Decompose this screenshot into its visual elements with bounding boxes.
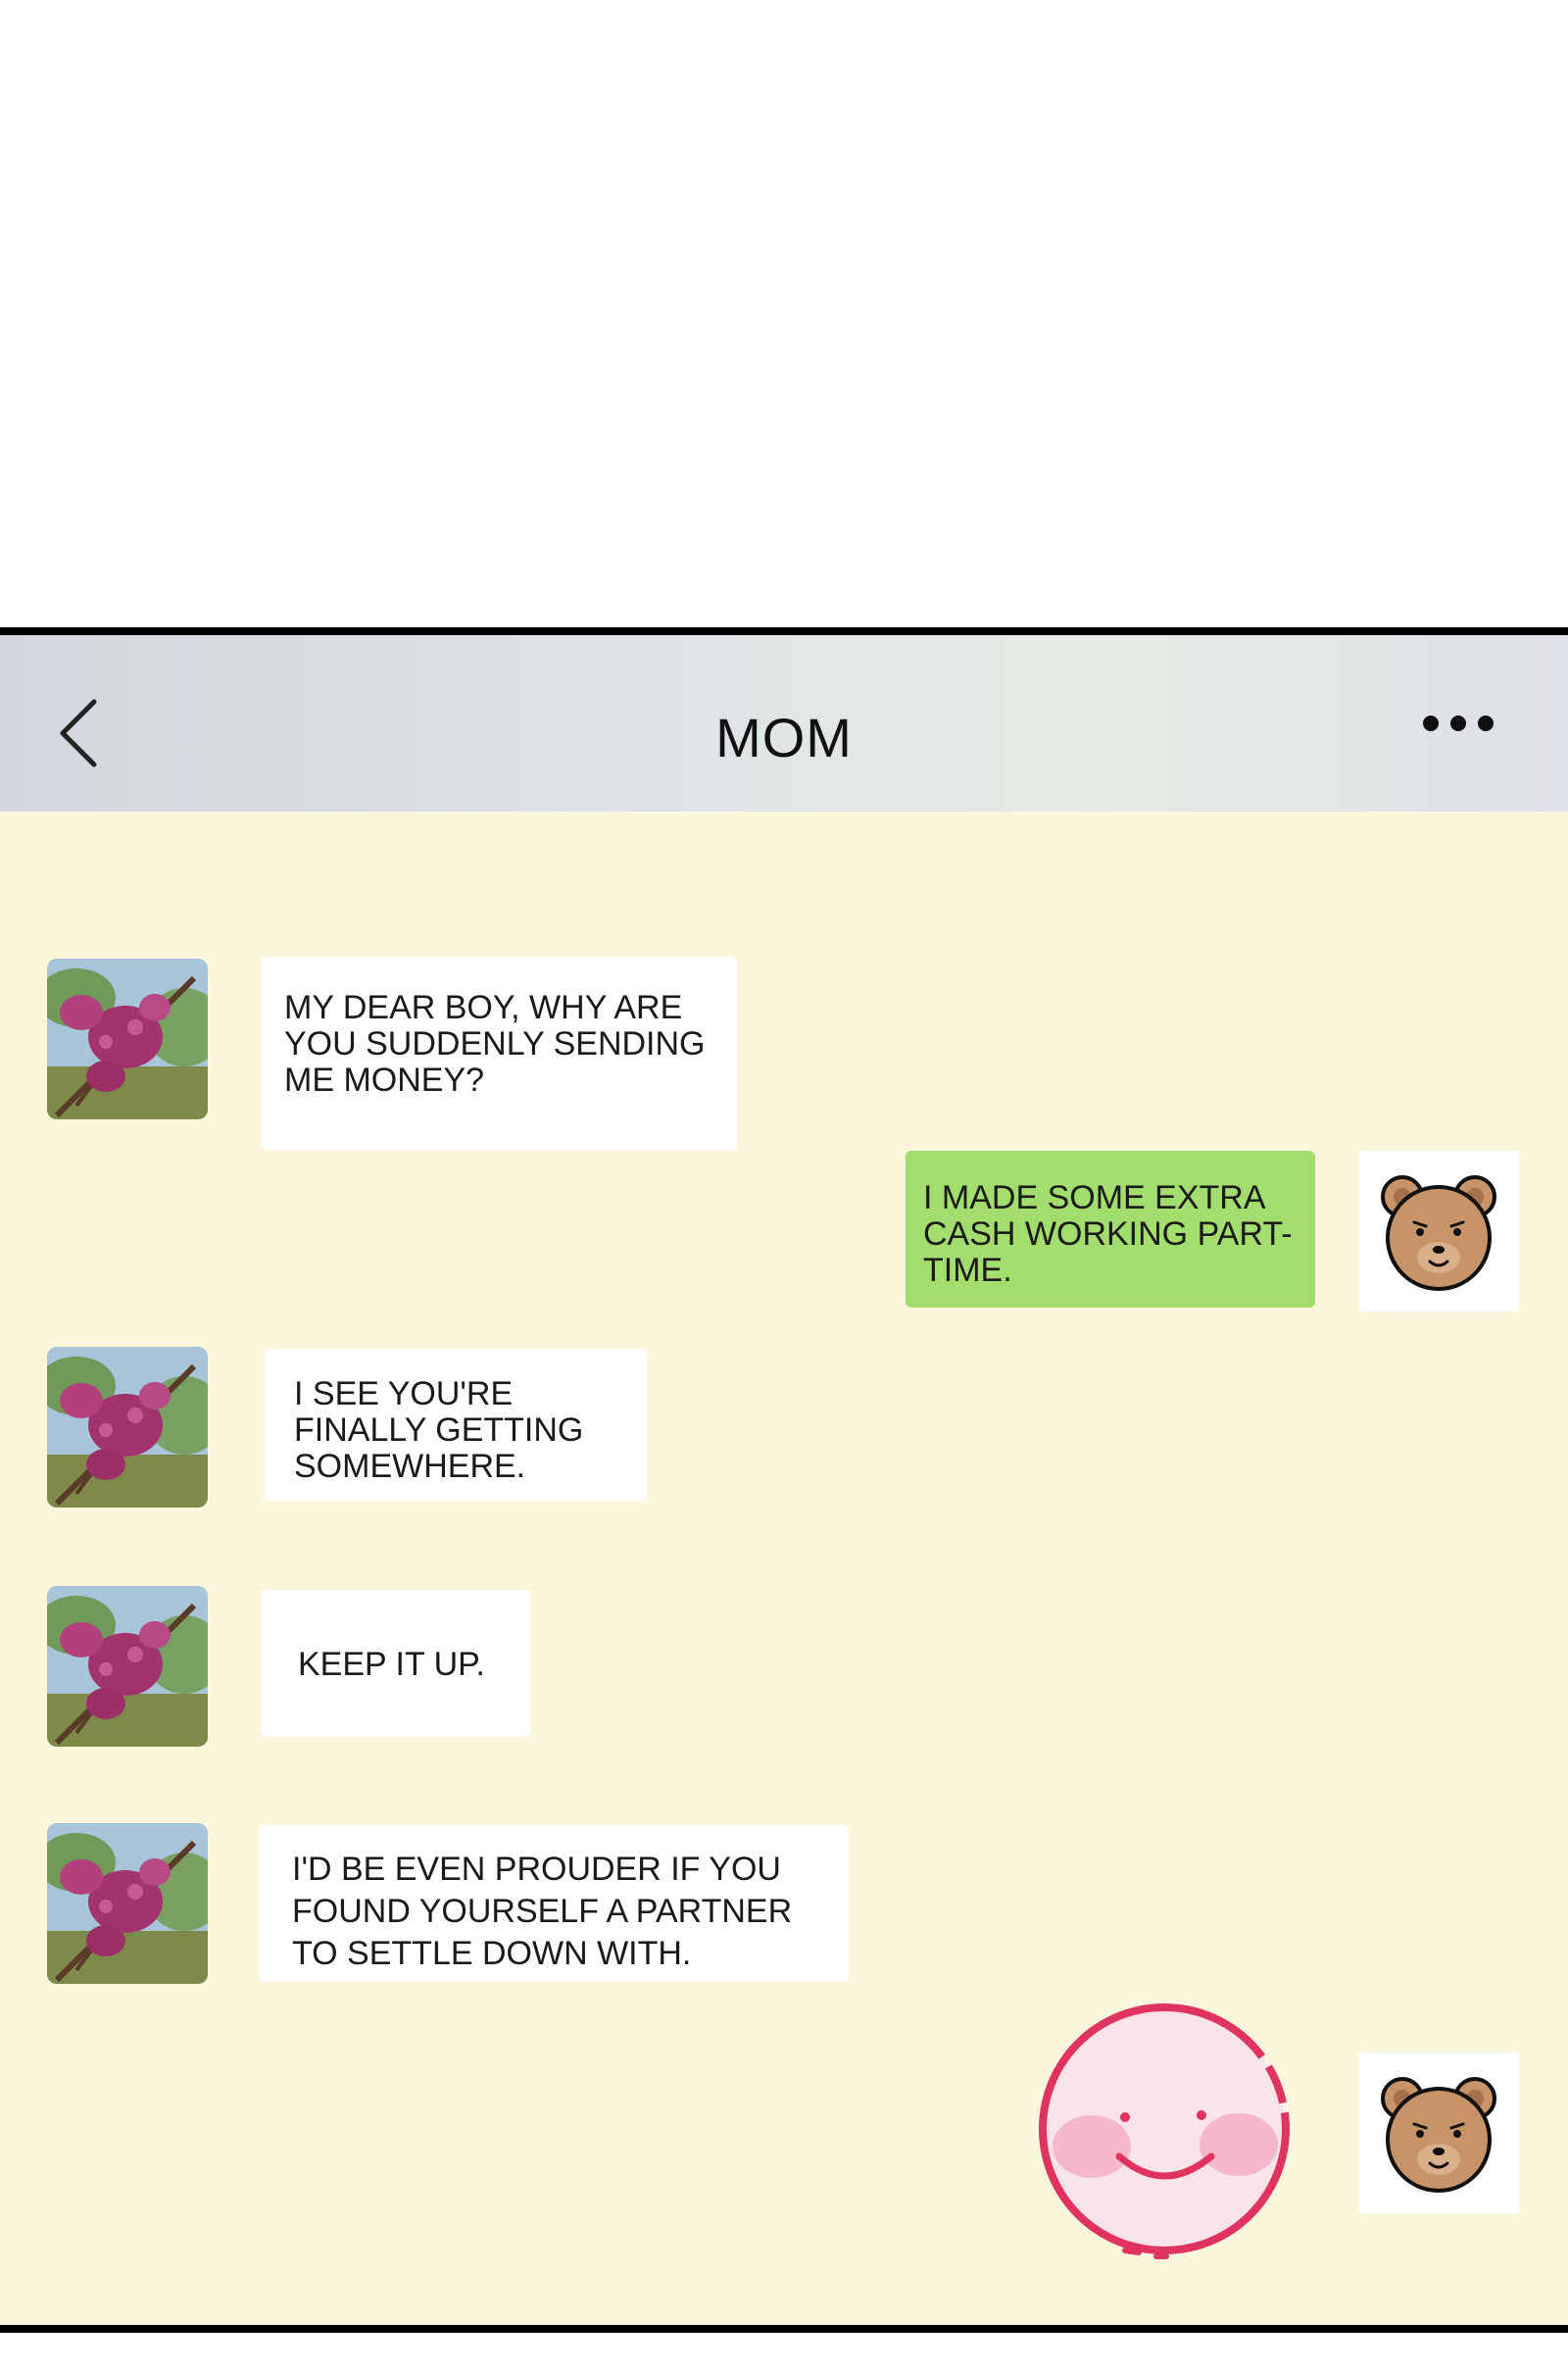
chat-screen: MOM MY DEAR BOY, WHY ARE YOU SUDDENLY SE… (0, 627, 1568, 2333)
chat-title: MOM (715, 707, 853, 768)
bear-face-icon (1381, 2077, 1496, 2193)
more-dots-icon[interactable] (1419, 712, 1497, 735)
chat-header: MOM (0, 635, 1568, 813)
received-message-bubble[interactable]: KEEP IT UP. (261, 1590, 531, 1737)
message-list[interactable]: MY DEAR BOY, WHY ARE YOU SUDDENLY SENDIN… (0, 812, 1568, 2325)
my-avatar[interactable] (1358, 2052, 1519, 2213)
bear-face-icon (1381, 1175, 1496, 1291)
mom-avatar[interactable] (47, 1823, 208, 1984)
received-message-bubble[interactable]: MY DEAR BOY, WHY ARE YOU SUDDENLY SENDIN… (261, 957, 737, 1151)
mom-avatar[interactable] (47, 959, 208, 1119)
my-avatar[interactable] (1358, 1151, 1519, 1311)
sent-message-bubble[interactable]: I MADE SOME EXTRA CASH WORKING PART- TIM… (906, 1151, 1315, 1308)
blank-panel-area (0, 0, 1568, 627)
smiling-blush-face-sticker[interactable] (1029, 2000, 1303, 2270)
mom-avatar[interactable] (47, 1347, 208, 1507)
received-message-bubble[interactable]: I SEE YOU'RE FINALLY GETTING SOMEWHERE. (265, 1349, 647, 1502)
received-message-bubble[interactable]: I'D BE EVEN PROUDER IF YOU FOUND YOURSEL… (259, 1825, 849, 1982)
mom-avatar[interactable] (47, 1586, 208, 1747)
